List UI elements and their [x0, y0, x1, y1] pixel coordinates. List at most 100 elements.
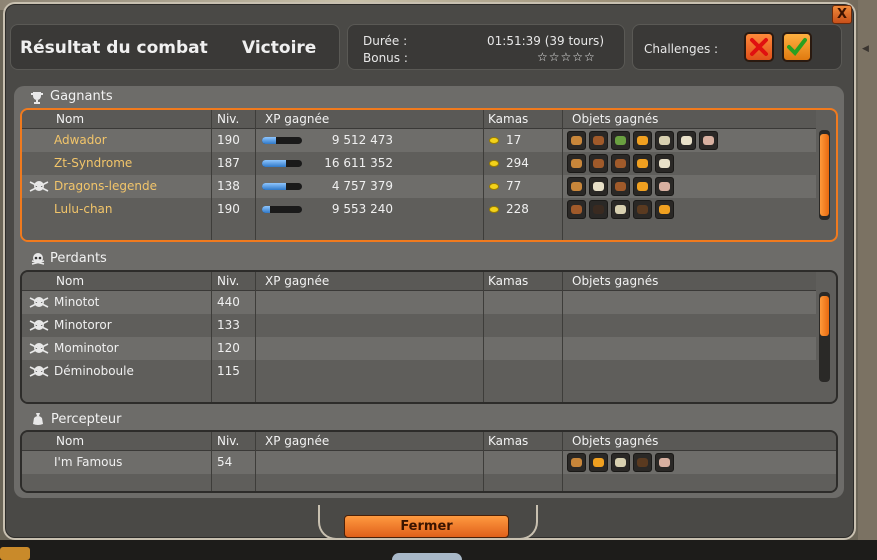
winner-row[interactable]: Dragons-legende 138 4 757 379 77 — [22, 175, 816, 198]
xp-bar — [262, 183, 302, 190]
loot-item-icon[interactable] — [699, 131, 718, 150]
loot-item-icon[interactable] — [633, 453, 652, 472]
player-name[interactable]: Zt-Syndrome — [54, 152, 132, 175]
col-items: Objets gagnés — [572, 112, 659, 126]
player-name[interactable]: Dragons-legende — [54, 175, 157, 198]
loot-item-icon[interactable] — [655, 200, 674, 219]
bag-icon — [33, 413, 43, 425]
red-cross-icon — [750, 38, 768, 56]
col-name: Nom — [56, 112, 85, 126]
player-name[interactable]: Déminoboule — [54, 360, 134, 383]
losers-title: Perdants — [50, 251, 107, 266]
player-name[interactable]: Minotoror — [54, 314, 112, 337]
trophy-icon — [31, 92, 43, 104]
col-divider — [483, 432, 484, 491]
challenge-success-icon[interactable] — [782, 32, 812, 62]
loot-item-icon[interactable] — [589, 453, 608, 472]
loser-row[interactable]: Minotoror 133 — [22, 314, 816, 337]
skull-icon — [29, 320, 49, 331]
loot-item-icon[interactable] — [633, 200, 652, 219]
loot-item-icon[interactable] — [589, 154, 608, 173]
player-name[interactable]: Adwador — [54, 129, 107, 152]
loot-item-icon[interactable] — [611, 131, 630, 150]
corner-widget[interactable] — [0, 547, 30, 560]
collector-title: Percepteur — [51, 412, 122, 427]
skull-icon — [31, 253, 45, 265]
col-divider — [562, 432, 563, 491]
losers-header-row: Nom Niv. XP gagnée Kamas Objets gagnés — [22, 272, 816, 291]
col-kamas: Kamas — [488, 434, 529, 448]
loser-row[interactable]: Déminoboule 115 — [22, 360, 816, 383]
loot-item-icon[interactable] — [589, 200, 608, 219]
loot-item-icon[interactable] — [655, 177, 674, 196]
side-arrow-icon[interactable]: ◀ — [862, 44, 869, 54]
loot-item-icon[interactable] — [655, 154, 674, 173]
close-button[interactable]: X — [832, 5, 852, 24]
collector-row[interactable]: I'm Famous 54 — [22, 451, 836, 474]
losers-scrollbar[interactable] — [819, 292, 830, 382]
skull-icon — [29, 343, 49, 354]
kamas-cell: 294 — [483, 152, 562, 175]
player-name[interactable]: Minotot — [54, 291, 99, 314]
winner-row[interactable]: Zt-Syndrome 187 16 611 352 294 — [22, 152, 816, 175]
player-name[interactable]: Lulu-chan — [54, 198, 113, 221]
loot-item-icon[interactable] — [567, 177, 586, 196]
kamas-value: 294 — [506, 156, 529, 170]
winners-scrollbar[interactable] — [819, 130, 830, 220]
loot-item-icon[interactable] — [567, 131, 586, 150]
loot-item-icon[interactable] — [589, 177, 608, 196]
bonus-stars: ☆☆☆☆☆ — [537, 50, 596, 64]
player-level: 190 — [217, 133, 240, 147]
collector-header-row: Nom Niv. XP gagnée Kamas Objets gagnés — [22, 432, 836, 451]
losers-scroll-thumb[interactable] — [820, 296, 829, 336]
player-level: 54 — [217, 455, 233, 469]
xp-cell: 9 512 473 — [255, 129, 483, 152]
xp-value: 9 512 473 — [331, 133, 393, 147]
loot-item-icon[interactable] — [611, 154, 630, 173]
kamas-cell: 228 — [483, 198, 562, 221]
winners-empty-row — [22, 221, 816, 240]
loot-item-icon[interactable] — [611, 453, 630, 472]
kamas-coin-icon — [489, 160, 499, 167]
winners-scroll-thumb[interactable] — [820, 134, 829, 216]
loot-item-icon[interactable] — [567, 453, 586, 472]
xp-value: 9 553 240 — [331, 202, 393, 216]
loot-item-icon[interactable] — [611, 200, 630, 219]
col-level: Niv. — [217, 112, 240, 126]
loot-item-icon[interactable] — [633, 177, 652, 196]
loser-row[interactable]: Minotot 440 — [22, 291, 816, 314]
col-divider — [211, 272, 212, 402]
xp-bar — [262, 206, 302, 213]
col-level: Niv. — [217, 434, 240, 448]
winners-title: Gagnants — [50, 89, 113, 104]
col-divider — [255, 110, 256, 240]
xp-cell: 16 611 352 — [255, 152, 483, 175]
close-fermer-button[interactable]: Fermer — [344, 515, 509, 538]
xp-value: 16 611 352 — [324, 156, 393, 170]
col-divider — [211, 110, 212, 240]
player-level: 120 — [217, 341, 240, 355]
collector-empty-row — [22, 474, 836, 491]
col-divider — [211, 432, 212, 491]
loot-item-icon[interactable] — [633, 154, 652, 173]
loot-item-icon[interactable] — [611, 177, 630, 196]
compass-widget[interactable] — [392, 553, 462, 560]
player-level: 138 — [217, 179, 240, 193]
loot-item-icon[interactable] — [567, 200, 586, 219]
loot-item-icon[interactable] — [633, 131, 652, 150]
kamas-value: 17 — [506, 133, 522, 147]
loot-item-icon[interactable] — [567, 154, 586, 173]
loot-item-icon[interactable] — [589, 131, 608, 150]
loot-item-icon[interactable] — [655, 453, 674, 472]
col-divider — [562, 272, 563, 402]
player-name[interactable]: Mominotor — [54, 337, 119, 360]
loot-item-icon[interactable] — [655, 131, 674, 150]
winner-row[interactable]: Adwador 190 9 512 473 17 — [22, 129, 816, 152]
challenge-failed-icon[interactable] — [744, 32, 774, 62]
loser-row[interactable]: Mominotor 120 — [22, 337, 816, 360]
player-name[interactable]: I'm Famous — [54, 451, 122, 474]
winner-row[interactable]: Lulu-chan 190 9 553 240 228 — [22, 198, 816, 221]
xp-bar — [262, 137, 302, 144]
xp-value: 4 757 379 — [331, 179, 393, 193]
loot-item-icon[interactable] — [677, 131, 696, 150]
